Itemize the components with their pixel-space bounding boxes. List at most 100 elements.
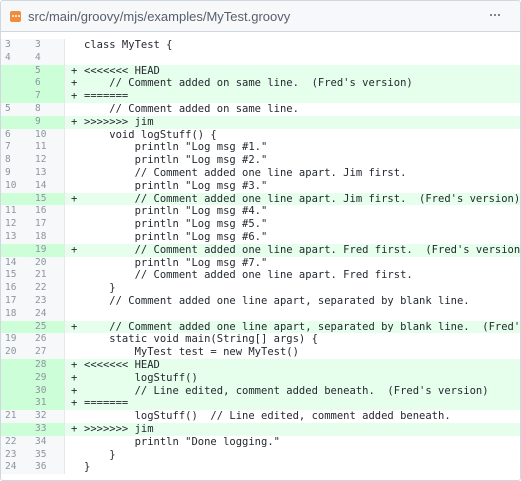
new-line-number: 23 (35, 294, 47, 306)
code-text: // Comment added on same line. (Fred's v… (84, 77, 413, 90)
line-number-gutter: 16 22 (1, 282, 65, 295)
line-number-gutter: 14 20 (1, 256, 65, 270)
diff-line-added[interactable]: 7 + ======= (1, 90, 520, 103)
code-text: } (84, 448, 116, 461)
new-line-number: 27 (35, 346, 47, 358)
diff-line-context[interactable]: 44 (1, 51, 520, 65)
more-options-button[interactable] (486, 9, 504, 21)
diff-line-context[interactable]: 10 14 println "Log msg #3." (1, 179, 520, 193)
groovy-file-icon (10, 10, 21, 22)
diff-line-context[interactable]: 14 20 println "Log msg #7." (1, 256, 520, 270)
diff-line-added[interactable]: 6 + // Comment added on same line. (Fred'… (1, 77, 520, 91)
line-number-gutter: 9 13 (1, 166, 65, 180)
new-line-number: 35 (35, 448, 47, 460)
diff-marker: + (71, 90, 78, 103)
diff-line-context[interactable]: 7 11 println "Log msg #1." (1, 141, 520, 155)
old-line-number: 22 (5, 435, 17, 447)
line-number-gutter: 6 10 (1, 128, 65, 142)
new-line-number: 3 (35, 39, 41, 50)
diff-line-context[interactable]: 22 34 println "Done logging." (1, 435, 520, 449)
old-line-number: 3 (5, 39, 11, 50)
diff-line-context[interactable]: 20 27 MyTest test = new MyTest() (1, 346, 520, 359)
line-number-gutter: 33 (1, 422, 65, 436)
new-line-number: 16 (35, 205, 47, 217)
old-line-number: 20 (5, 346, 17, 358)
code-text: // Comment added one line apart. Fred fi… (84, 243, 521, 256)
diff-line-added[interactable]: 5 + <<<<<<< HEAD (1, 64, 520, 78)
new-line-number: 29 (35, 371, 47, 383)
diff-line-added[interactable]: 9 + >>>>>>> jim (1, 115, 520, 129)
line-number-gutter: 13 18 (1, 230, 65, 244)
code-text: println "Log msg #4." (84, 205, 268, 218)
diff-spacer (1, 32, 520, 39)
diff-line-context[interactable]: 12 17 println "Log msg #5." (1, 218, 520, 231)
new-line-number: 22 (35, 282, 47, 294)
code-text: println "Log msg #3." (84, 179, 268, 192)
diff-marker: + (71, 422, 78, 435)
diff-line-context[interactable]: 16 22 } (1, 282, 520, 295)
new-line-number: 18 (35, 230, 47, 242)
old-line-number: 4 (5, 51, 11, 63)
new-line-number: 20 (35, 256, 47, 268)
code-text: } (84, 461, 91, 474)
diff-line-added[interactable]: 25 + // Comment added one line apart, sep… (1, 320, 520, 334)
diff-line-added[interactable]: 33 + >>>>>>> jim (1, 422, 520, 436)
line-number-gutter: 31 (1, 397, 65, 411)
code-text: println "Log msg #6." (84, 230, 268, 243)
code-text: void logStuff() { (84, 128, 217, 141)
diff-line-added[interactable]: 29 + logStuff() (1, 371, 520, 385)
new-line-number: 26 (35, 333, 47, 345)
new-line-number: 13 (35, 166, 47, 178)
diff-line-added[interactable]: 31 + ======= (1, 397, 520, 411)
diff-line-context[interactable]: 6 10 void logStuff() { (1, 128, 520, 142)
new-line-number: 4 (35, 51, 41, 63)
new-line-number: 31 (35, 397, 47, 409)
diff-line-added[interactable]: 30 + // Line edited, comment added beneat… (1, 384, 520, 398)
code-text: >>>>>>> jim (84, 115, 154, 128)
diff-marker: + (71, 320, 78, 333)
diff-line-context[interactable]: 23 35 } (1, 448, 520, 462)
diff-line-context[interactable]: 19 26 static void main(String[] args) { (1, 333, 520, 347)
new-line-number: 14 (35, 179, 47, 191)
old-line-number: 9 (5, 166, 11, 178)
diff-line-context[interactable]: 9 13 // Comment added one line apart. Jim… (1, 166, 520, 180)
code-text: println "Log msg #7." (84, 256, 268, 269)
line-number-gutter: 15 21 (1, 269, 65, 283)
code-text: // Comment added one line apart. Jim fir… (84, 192, 521, 205)
new-line-number: 6 (35, 77, 41, 89)
diff-line-context[interactable]: 24 36} (1, 461, 520, 475)
diff-line-context[interactable]: 3 3 class MyTest { (1, 39, 520, 52)
diff-line-context[interactable]: 18 24 (1, 307, 520, 321)
diff-line-added[interactable]: 15 + // Comment added one line apart. Jim… (1, 192, 521, 206)
diff-line-added[interactable]: 28 + <<<<<<< HEAD (1, 358, 520, 372)
code-text: // Comment added one line apart, separat… (84, 294, 470, 307)
diff-line-context[interactable]: 13 18 println "Log msg #6." (1, 230, 520, 244)
new-line-number: 24 (35, 307, 47, 319)
new-line-number: 12 (35, 154, 47, 166)
new-line-number: 25 (35, 320, 47, 332)
diff-line-context[interactable]: 21 32 logStuff() // Line edited, comment … (1, 410, 520, 423)
code-text: // Comment added on same line. (84, 102, 299, 115)
old-line-number: 12 (5, 218, 17, 230)
code-text: ======= (84, 397, 129, 410)
diff-line-context[interactable]: 17 23 // Comment added one line apart, se… (1, 294, 520, 308)
diff-line-context[interactable]: 11 16 println "Log msg #4." (1, 205, 520, 219)
old-line-number: 7 (5, 141, 11, 153)
line-number-gutter: 28 (1, 358, 65, 372)
diff-line-context[interactable]: 8 12 println "Log msg #2." (1, 154, 520, 167)
diff-file-panel: src/main/groovy/mjs/examples/MyTest.groo… (0, 0, 521, 481)
old-line-number: 18 (5, 307, 17, 319)
old-line-number: 13 (5, 230, 17, 242)
line-number-gutter: 33 (1, 39, 65, 52)
code-text: println "Log msg #1." (84, 141, 268, 154)
file-path[interactable]: src/main/groovy/mjs/examples/MyTest.groo… (28, 9, 290, 24)
diff-line-context[interactable]: 58 // Comment added on same line. (1, 102, 520, 116)
diff-line-added[interactable]: 19 + // Comment added one line apart. Fre… (1, 243, 521, 257)
diff-line-context[interactable]: 15 21 // Comment added one line apart. Fr… (1, 269, 520, 283)
diff-marker: + (71, 243, 78, 256)
new-line-number: 15 (35, 192, 47, 204)
diff-marker: + (71, 371, 78, 384)
new-line-number: 21 (35, 269, 47, 281)
old-line-number: 16 (5, 282, 17, 294)
new-line-number: 5 (35, 64, 41, 76)
